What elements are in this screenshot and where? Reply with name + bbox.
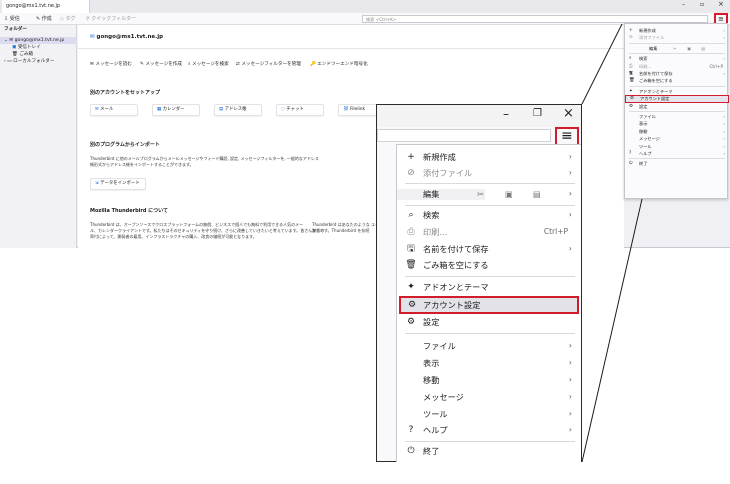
menu-separator — [405, 205, 575, 206]
chevron-right-icon: › — [568, 152, 572, 161]
menu-quit[interactable]: ⏻ 終了 — [397, 443, 582, 459]
menu-file-label: ファイル — [423, 341, 456, 351]
menu-separator — [405, 276, 575, 277]
menu-tools-label: ツール — [423, 409, 448, 419]
menu-settings-label: 設定 — [423, 317, 440, 327]
help-icon: ? — [408, 425, 414, 435]
menu-view-label: 表示 — [423, 358, 440, 368]
menu-save-as-label: 名前を付けて保存 — [423, 244, 489, 254]
account-settings-icon: ⚙ — [407, 300, 417, 310]
cut-icon[interactable]: ✂ — [477, 186, 484, 202]
zoom-hamburger-icon: ≡ — [561, 128, 573, 144]
menu-print[interactable]: ⎙ 印刷... Ctrl+P — [397, 224, 582, 240]
app-menu-zoomed: + 新規作成 › ⊘ 添付ファイル › 編集 ✂ ▣ ▤ › ⌕ 検索 › ⎙ 印刷... Ct… — [396, 144, 581, 462]
menu-addons[interactable]: ✦ アドオンとテーマ — [397, 279, 582, 295]
menu-attachments[interactable]: ⊘ 添付ファイル › — [397, 165, 582, 181]
menu-print-label: 印刷... — [423, 227, 448, 237]
connector-line-top — [581, 23, 623, 105]
chevron-right-icon: › — [568, 409, 572, 418]
menu-empty-trash[interactable]: 🗑 ごみ箱を空にする — [397, 257, 582, 273]
menu-go-label: 移動 — [423, 375, 440, 385]
puzzle-icon: ✦ — [407, 282, 415, 292]
paste-icon[interactable]: ▤ — [533, 186, 541, 202]
menu-help[interactable]: ? ヘルプ › — [397, 422, 582, 438]
menu-print-shortcut: Ctrl+P — [543, 227, 568, 236]
menu-new-label: 新規作成 — [423, 152, 456, 162]
menu-file[interactable]: ファイル › — [397, 338, 582, 354]
menu-save-as[interactable]: 🖫 名前を付けて保存 › — [397, 241, 582, 257]
chevron-right-icon: › — [568, 210, 572, 219]
chevron-right-icon: › — [568, 425, 572, 434]
menu-search-label: 検索 — [423, 210, 440, 220]
chevron-right-icon[interactable]: › — [569, 186, 572, 202]
menu-addons-label: アドオンとテーマ — [423, 282, 489, 292]
menu-edit-row: 編集 ✂ ▣ ▤ › — [397, 186, 582, 202]
chevron-right-icon: › — [568, 375, 572, 384]
chevron-right-icon: › — [568, 168, 572, 177]
chevron-right-icon: › — [568, 392, 572, 401]
paperclip-icon: ⊘ — [407, 168, 415, 178]
menu-edit-label: 編集 — [423, 189, 440, 199]
zoom-search-field[interactable] — [377, 129, 551, 142]
power-icon: ⏻ — [407, 446, 415, 456]
copy-icon[interactable]: ▣ — [505, 186, 513, 202]
gear-icon: ⚙ — [406, 317, 416, 327]
trash-icon: 🗑 — [405, 260, 417, 270]
print-icon: ⎙ — [407, 227, 415, 237]
chevron-right-icon: › — [568, 244, 572, 253]
menu-help-label: ヘルプ — [423, 425, 448, 435]
zoom-maximize-icon[interactable]: ❐ — [533, 108, 542, 119]
menu-empty-trash-label: ごみ箱を空にする — [423, 260, 489, 270]
menu-attachments-label: 添付ファイル — [423, 168, 473, 178]
menu-view[interactable]: 表示 › — [397, 355, 582, 371]
menu-quit-label: 終了 — [423, 446, 440, 456]
menu-separator — [405, 333, 575, 334]
zoom-window: – ❐ × ≡ + 新規作成 › ⊘ 添付ファイル › 編集 ✂ ▣ ▤ › ⌕ 検索 › … — [376, 104, 582, 462]
menu-search[interactable]: ⌕ 検索 › — [397, 207, 582, 223]
zoom-connector — [581, 23, 643, 463]
menu-settings[interactable]: ⚙ 設定 — [397, 314, 582, 330]
connector-line-bottom — [581, 198, 643, 463]
menu-new[interactable]: + 新規作成 › — [397, 149, 582, 165]
menu-go[interactable]: 移動 › — [397, 372, 582, 388]
menu-account-settings[interactable]: ⚙ アカウント設定 — [399, 296, 579, 314]
menu-account-settings-label: アカウント設定 — [423, 300, 481, 310]
menu-message-label: メッセージ — [423, 392, 464, 402]
menu-message[interactable]: メッセージ › — [397, 389, 582, 405]
menu-separator — [405, 441, 575, 442]
save-icon: 🖫 — [407, 244, 415, 254]
chevron-right-icon: › — [568, 358, 572, 367]
plus-icon: + — [407, 152, 415, 162]
zoom-title-bar: – ❐ × — [377, 105, 581, 127]
edit-label-bg — [397, 189, 485, 200]
menu-tools[interactable]: ツール › — [397, 406, 582, 422]
menu-separator — [405, 183, 575, 184]
chevron-right-icon: › — [568, 341, 572, 350]
zoom-close-icon[interactable]: × — [563, 106, 574, 121]
zoom-minimize-icon[interactable]: – — [503, 107, 509, 121]
search-icon: ⌕ — [408, 210, 414, 220]
